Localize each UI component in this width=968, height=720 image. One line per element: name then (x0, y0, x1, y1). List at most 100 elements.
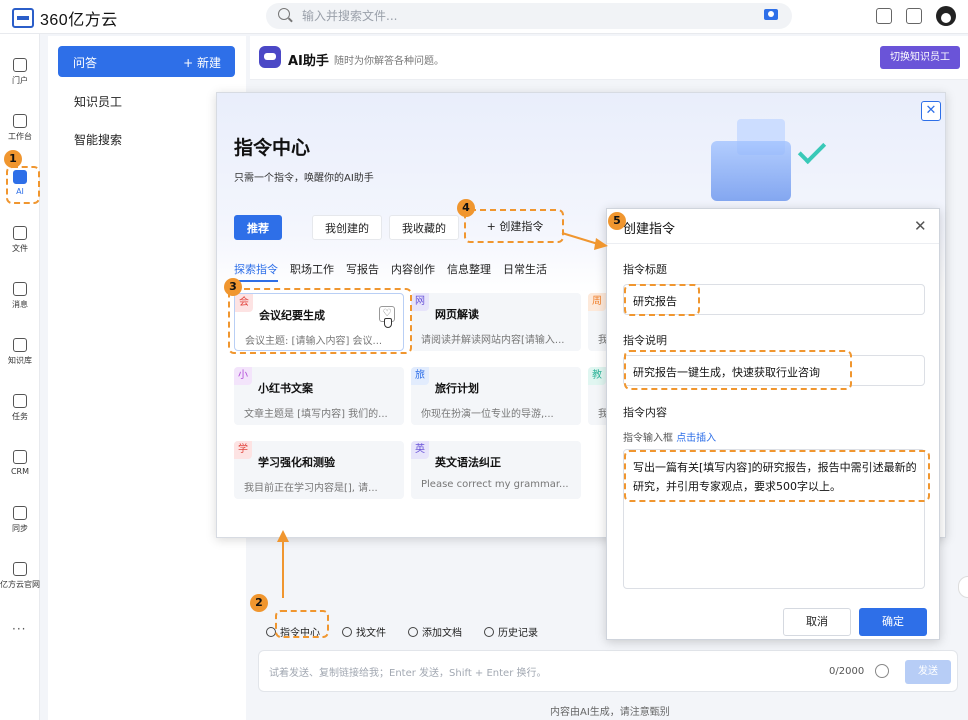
card-desc: 我目前正在学习内容是[], 请... (244, 483, 378, 494)
confirm-button[interactable]: 确定 (859, 608, 927, 636)
category-row: 探索指令 职场工作 写报告 内容创作 信息整理 日常生活 (234, 261, 547, 282)
nav-item-knowledge-staff[interactable]: 知识员工 (74, 93, 122, 110)
command-card[interactable]: 英 英文语法纠正 Please correct my grammar... (411, 441, 581, 499)
divider (607, 243, 939, 244)
side-expand-button[interactable] (958, 576, 968, 598)
plus-circle-icon (408, 626, 418, 637)
rail-item-tasks[interactable]: 任务 (0, 394, 40, 422)
switch-staff-button[interactable]: 切换知识员工 (880, 46, 960, 69)
title-label: 指令标题 (623, 263, 667, 276)
category-content[interactable]: 内容创作 (391, 261, 435, 282)
cancel-button[interactable]: 取消 (783, 608, 851, 636)
rail-item-crm[interactable]: CRM (0, 450, 40, 476)
category-report[interactable]: 写报告 (346, 261, 379, 282)
tool-label: 指令中心 (280, 628, 320, 639)
chat-input[interactable]: 试着发送、复制链接给我；Enter 发送，Shift + Enter 换行。 0… (258, 650, 958, 692)
nav-item-qa[interactable]: 问答 + 新建 (58, 46, 235, 77)
desc-label: 指令说明 (623, 334, 667, 347)
tool-label: 添加文档 (422, 628, 462, 639)
close-icon[interactable]: ✕ (914, 217, 927, 235)
top-icons (876, 6, 956, 26)
create-command-dialog: 创建指令 ✕ 指令标题 研究报告 指令说明 研究报告一键生成，快速获取行业咨询 … (606, 208, 940, 640)
avatar[interactable] (936, 6, 956, 26)
grid-icon (13, 114, 27, 128)
rail-item-messages[interactable]: 消息 (0, 282, 40, 310)
left-rail: 门户 工作台 AI 文件 消息 知识库 任务 CRM 同步 亿方云官网 ··· (0, 34, 40, 720)
rail-item-portal[interactable]: 门户 (0, 58, 40, 86)
tab-created[interactable]: 我创建的 (312, 215, 382, 240)
category-info[interactable]: 信息整理 (447, 261, 491, 282)
category-daily[interactable]: 日常生活 (503, 261, 547, 282)
command-card[interactable]: 旅 旅行计划 你现在扮演一位专业的导游,... (411, 367, 581, 425)
app-logo[interactable]: 360亿方云 (12, 6, 118, 30)
rail-label: 任务 (12, 412, 28, 421)
ai-icon (13, 170, 27, 184)
find-file-button[interactable]: 找文件 (342, 624, 386, 639)
folder-illustration (691, 111, 831, 207)
new-chat-button[interactable]: + 新建 (183, 54, 221, 71)
tab-favorited[interactable]: 我收藏的 (389, 215, 459, 240)
command-card[interactable]: 小 小红书文案 文章主题是 [填写内容] 我们的... (234, 367, 404, 425)
sync-icon (13, 506, 27, 520)
no-attach-icon[interactable] (875, 664, 889, 678)
desc-input[interactable]: 研究报告一键生成，快速获取行业咨询 (623, 355, 925, 386)
search-icon (278, 8, 290, 20)
logo-icon (12, 8, 34, 28)
card-title: 小红书文案 (258, 382, 313, 395)
close-icon[interactable]: ✕ (921, 101, 941, 121)
card-tag: 旅 (411, 367, 429, 385)
search-input[interactable] (302, 7, 742, 25)
add-document-button[interactable]: 添加文档 (408, 624, 462, 639)
camera-icon[interactable] (764, 9, 778, 20)
chat-placeholder: 试着发送、复制链接给我；Enter 发送，Shift + Enter 换行。 (269, 668, 547, 679)
title-input[interactable]: 研究报告 (623, 284, 925, 315)
rail-item-ai[interactable]: AI (0, 170, 40, 196)
modal-title: 指令中心 (234, 137, 311, 159)
create-command-button[interactable]: + 创建指令 (467, 211, 563, 242)
ai-subtitle: 随时为你解答各种问题。 (334, 56, 444, 67)
rail-item-knowledge[interactable]: 知识库 (0, 338, 40, 366)
more-icon[interactable]: ··· (12, 622, 26, 636)
rail-label: 同步 (12, 524, 28, 533)
top-bar: 360亿方云 (0, 0, 968, 34)
task-icon (13, 394, 27, 408)
rail-label: 门户 (12, 76, 28, 85)
content-hint: 指令输入框 点击插入 (623, 429, 716, 444)
tool-label: 历史记录 (498, 628, 538, 639)
command-card[interactable]: 会 会议纪要生成 会议主题: [请输入内容] 会议... ♡ (234, 293, 404, 351)
content-value: 写出一篇有关[填写内容]的研究报告，报告中需引述最新的研究，并引用专家观点，要求… (633, 461, 917, 493)
rail-item-workbench[interactable]: 工作台 (0, 114, 40, 142)
tab-recommended[interactable]: 推荐 (234, 215, 282, 240)
chat-toolbar: 指令中心 找文件 添加文档 历史记录 (266, 624, 538, 639)
insert-link[interactable]: 点击插入 (676, 433, 716, 444)
category-work[interactable]: 职场工作 (290, 261, 334, 282)
command-card[interactable]: 网 网页解读 请阅读并解读网站内容[请输入... (411, 293, 581, 351)
search-bar[interactable] (266, 3, 792, 29)
category-explore[interactable]: 探索指令 (234, 261, 278, 282)
rail-label: 知识库 (8, 356, 32, 365)
nav-item-smart-search[interactable]: 智能搜索 (74, 131, 122, 148)
step-badge-1: 1 (4, 150, 22, 168)
rail-label: 工作台 (8, 132, 32, 141)
rail-item-sync[interactable]: 同步 (0, 506, 40, 534)
tool-label: 找文件 (356, 628, 386, 639)
card-title: 英文语法纠正 (435, 456, 501, 469)
command-card[interactable]: 学 学习强化和测验 我目前正在学习内容是[], 请... (234, 441, 404, 499)
card-desc: 文章主题是 [填写内容] 我们的... (244, 409, 388, 420)
rail-item-website[interactable]: 亿方云官网 (0, 562, 40, 590)
cube-icon[interactable] (876, 8, 892, 24)
command-center-button[interactable]: 指令中心 (266, 624, 320, 639)
dialog-title: 创建指令 (623, 222, 676, 237)
screen-share-icon[interactable] (906, 8, 922, 24)
card-tag: 小 (234, 367, 252, 385)
content-label: 指令内容 (623, 406, 667, 419)
folder-icon (13, 226, 27, 240)
ai-title: AI助手 (288, 54, 329, 69)
content-textarea[interactable]: 写出一篇有关[填写内容]的研究报告，报告中需引述最新的研究，并引用专家观点，要求… (623, 449, 925, 589)
card-desc: 你现在扮演一位专业的导游,... (421, 409, 554, 420)
card-desc: 会议主题: [请输入内容] 会议... (245, 336, 383, 347)
rail-item-files[interactable]: 文件 (0, 226, 40, 254)
history-button[interactable]: 历史记录 (484, 624, 538, 639)
card-tag: 学 (234, 441, 252, 459)
send-button[interactable]: 发送 (905, 660, 951, 684)
